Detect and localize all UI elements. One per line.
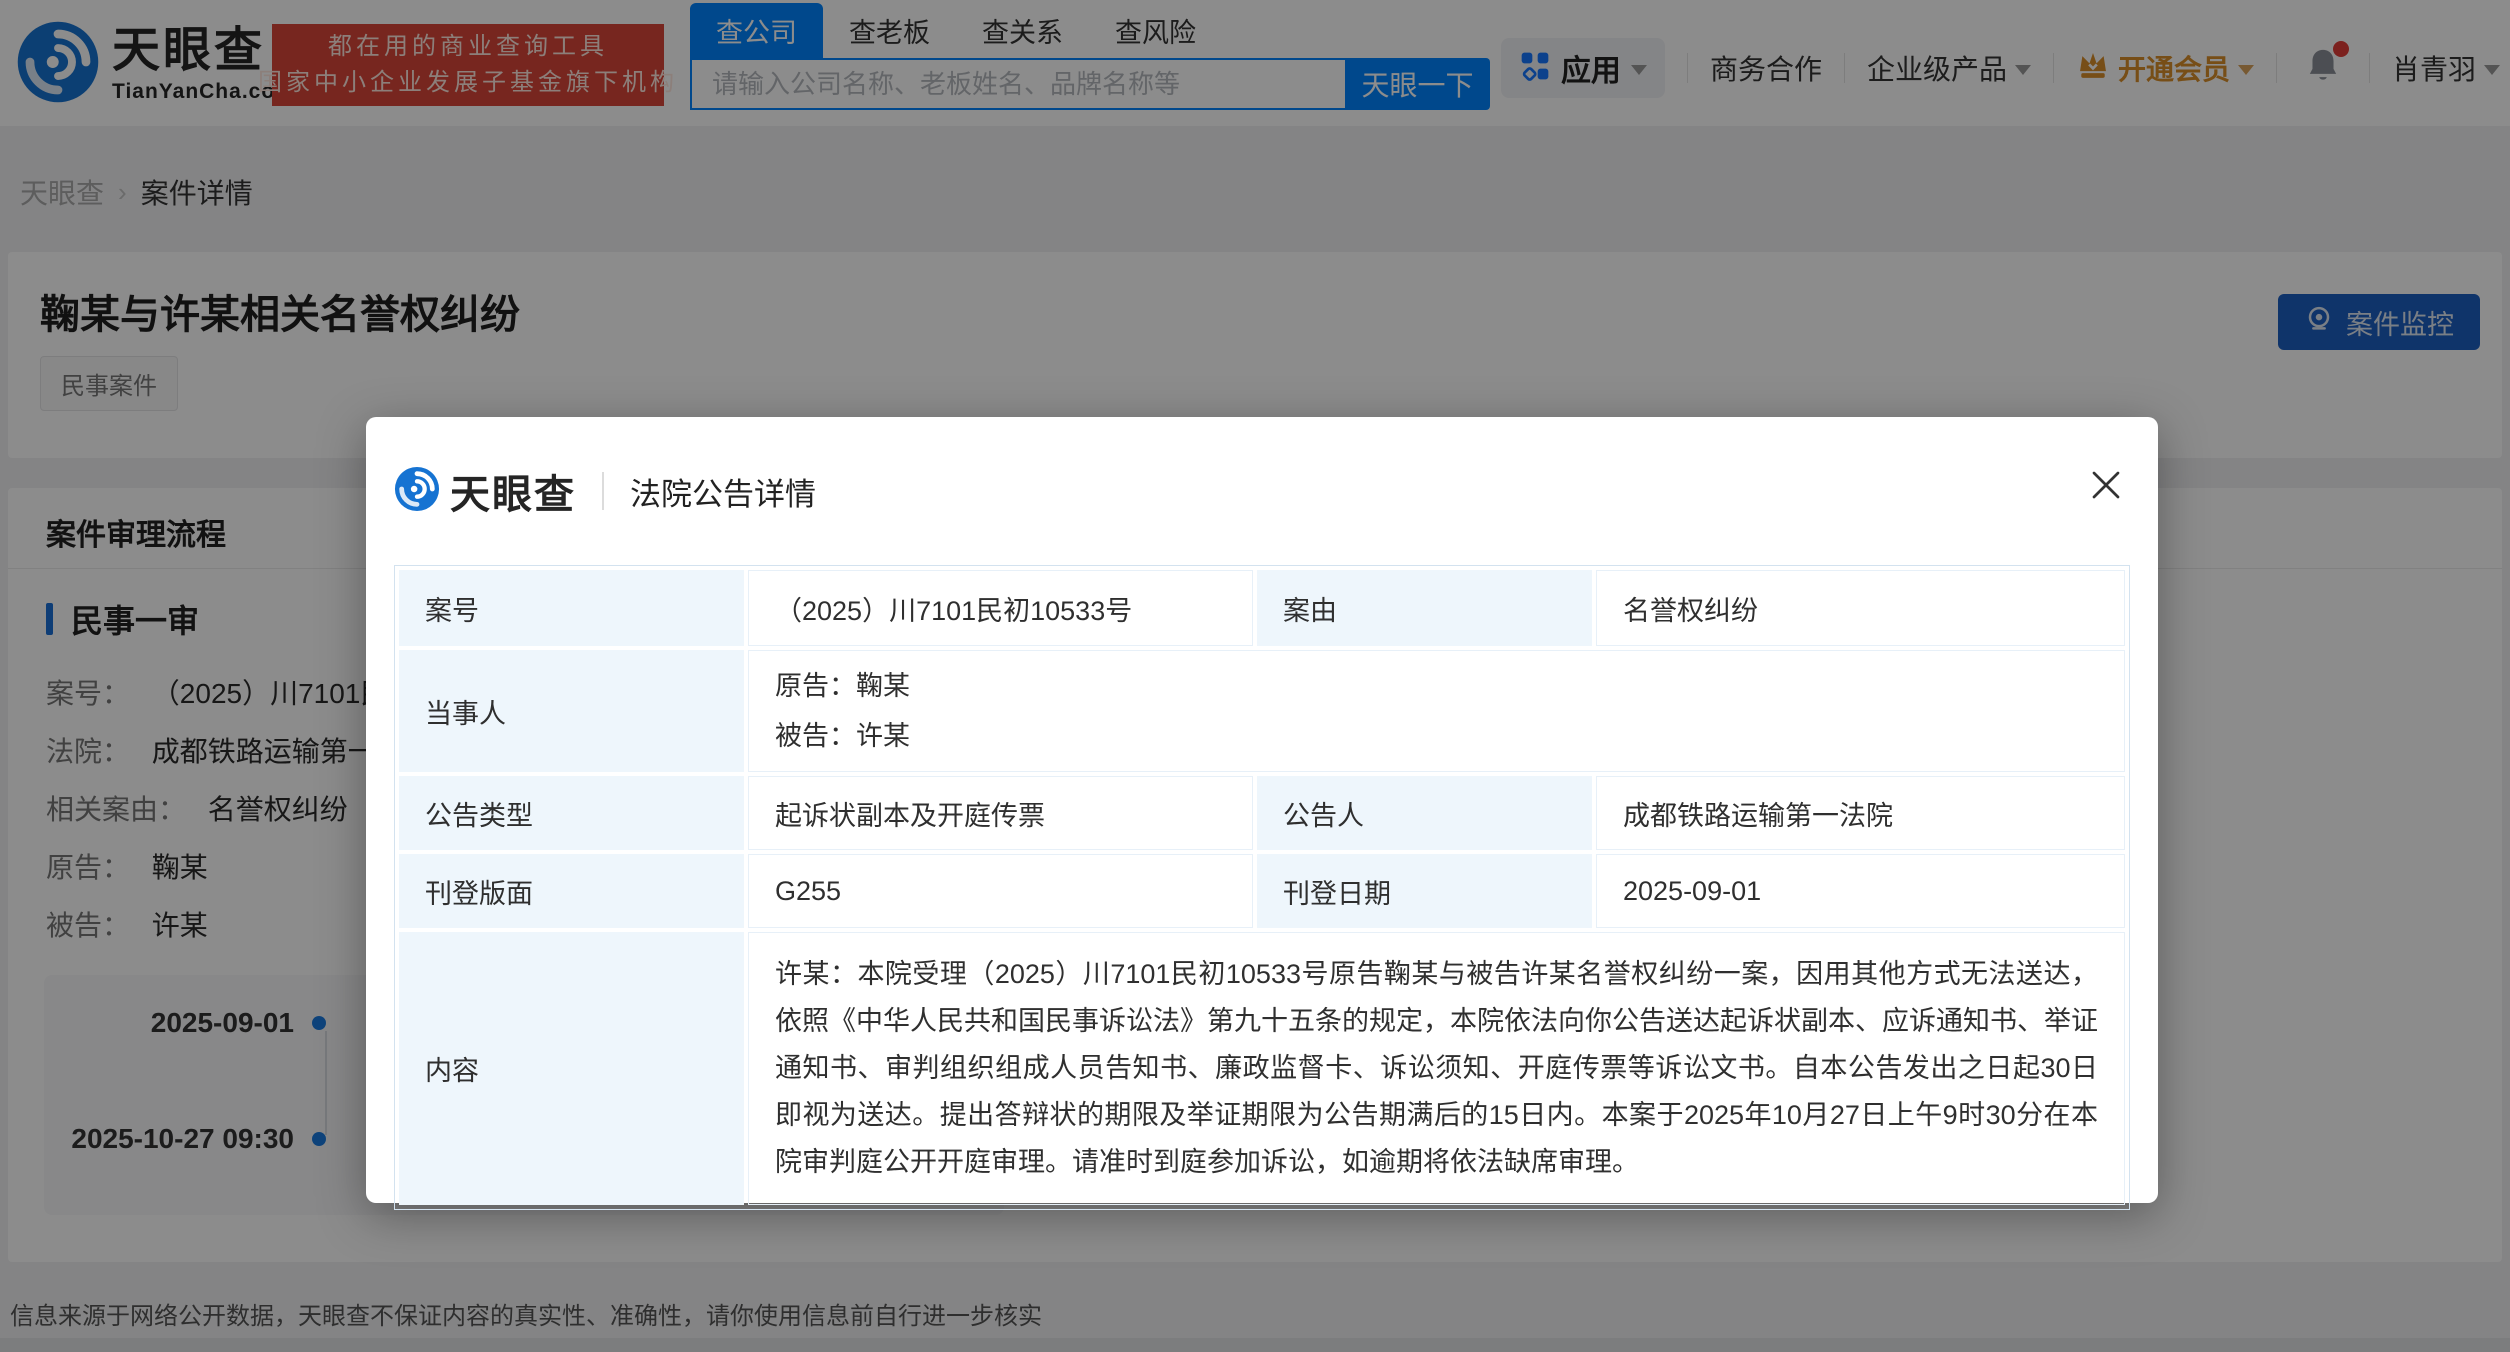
row-value: 名誉权纠纷 [1596, 570, 2125, 646]
announcement-content: 许某：本院受理（2025）川7101民初10533号原告鞠某与被告许某名誉权纠纷… [775, 943, 2098, 1194]
table-row: 刊登版面 G255 刊登日期 2025-09-01 [399, 854, 2125, 928]
row-label: 案由 [1257, 570, 1592, 646]
table-row: 案号 （2025）川7101民初10533号 案由 名誉权纠纷 [399, 570, 2125, 646]
row-label: 刊登版面 [399, 854, 744, 928]
court-announcement-modal: 天眼查 法院公告详情 案号 （2025）川7101民初10533号 案由 名誉权… [366, 417, 2158, 1203]
row-label: 公告类型 [399, 776, 744, 850]
row-value: 许某：本院受理（2025）川7101民初10533号原告鞠某与被告许某名誉权纠纷… [748, 932, 2125, 1205]
announcement-table: 案号 （2025）川7101民初10533号 案由 名誉权纠纷 当事人 原告：鞠… [394, 565, 2130, 1210]
party-defendant: 被告：许某 [775, 711, 2098, 761]
row-value: 起诉状副本及开庭传票 [748, 776, 1253, 850]
row-value: G255 [748, 854, 1253, 928]
table-row: 当事人 原告：鞠某 被告：许某 [399, 650, 2125, 772]
table-row: 内容 许某：本院受理（2025）川7101民初10533号原告鞠某与被告许某名誉… [399, 932, 2125, 1205]
row-label: 内容 [399, 932, 744, 1205]
party-plaintiff: 原告：鞠某 [775, 661, 2098, 711]
row-label: 案号 [399, 570, 744, 646]
modal-title: 法院公告详情 [630, 469, 816, 514]
divider [602, 472, 604, 510]
row-label: 当事人 [399, 650, 744, 772]
table-row: 公告类型 起诉状副本及开庭传票 公告人 成都铁路运输第一法院 [399, 776, 2125, 850]
row-label: 公告人 [1257, 776, 1592, 850]
modal-header: 天眼查 法院公告详情 [394, 417, 816, 565]
row-value: （2025）川7101民初10533号 [748, 570, 1253, 646]
row-label: 刊登日期 [1257, 854, 1592, 928]
close-icon[interactable] [2086, 465, 2126, 505]
row-value: 成都铁路运输第一法院 [1596, 776, 2125, 850]
row-value: 原告：鞠某 被告：许某 [748, 650, 2125, 772]
row-value: 2025-09-01 [1596, 854, 2125, 928]
brand-name: 天眼查 [450, 462, 576, 520]
tianyancha-logo-icon [394, 466, 440, 517]
